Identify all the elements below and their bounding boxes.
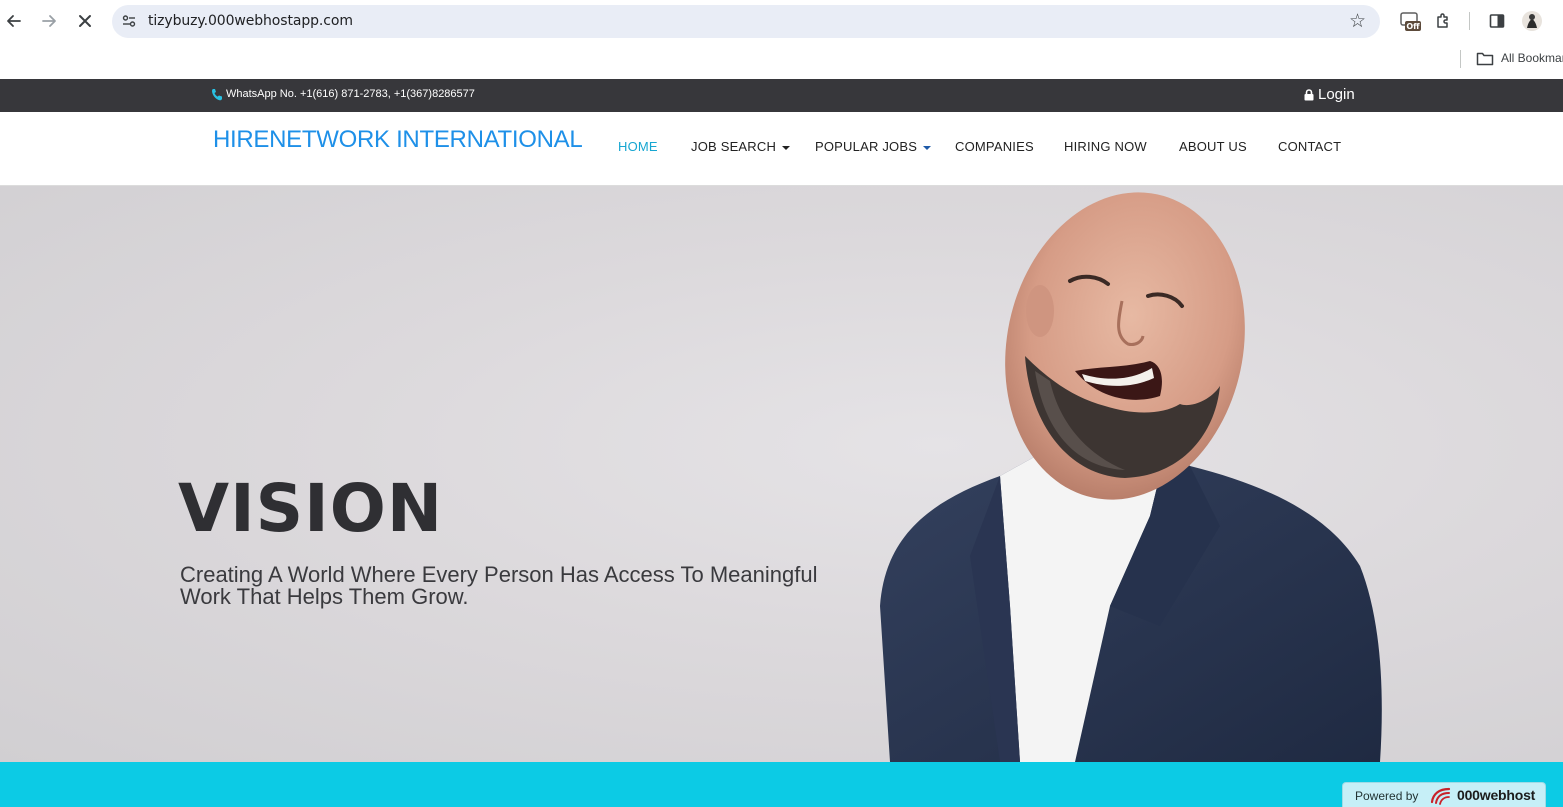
nav-contact[interactable]: CONTACT (1278, 139, 1341, 154)
bookmarks-bar: All Bookmar (0, 42, 1563, 78)
nav-job-search-label: JOB SEARCH (691, 139, 777, 154)
site-topbar: WhatsApp No. +1(616) 871-2783, +1(367)82… (0, 79, 1563, 112)
phone-icon (212, 89, 222, 101)
address-bar[interactable]: tizybuzy.000webhostapp.com ☆ (112, 5, 1380, 38)
login-link[interactable]: Login (1304, 86, 1355, 103)
accent-strip (0, 762, 1563, 807)
nav-hiring-now[interactable]: HIRING NOW (1064, 139, 1147, 154)
arrow-right-icon (42, 15, 56, 27)
caret-down-icon (923, 145, 932, 150)
toolbar-divider (1469, 12, 1470, 30)
nav-popular-jobs-label: POPULAR JOBS (815, 139, 918, 154)
caret-down-icon (782, 145, 791, 150)
nav-about-us[interactable]: ABOUT US (1179, 139, 1247, 154)
bookmarks-divider (1460, 50, 1461, 68)
nav-menu: HOME JOB SEARCH POPULAR JOBS COMPANIES H… (0, 139, 1563, 159)
close-icon (79, 15, 91, 27)
stop-button[interactable] (73, 9, 97, 33)
nav-about-us-label: ABOUT US (1179, 139, 1247, 154)
powered-by-badge[interactable]: Powered by 000webhost (1342, 782, 1546, 807)
extension-badge-icon: Off (1400, 12, 1421, 31)
profile-avatar[interactable] (1521, 10, 1543, 32)
nav-popular-jobs[interactable]: POPULAR JOBS (815, 139, 932, 154)
extensions-puzzle-icon[interactable] (1433, 10, 1455, 32)
arrow-left-icon (7, 15, 21, 27)
whatsapp-number: WhatsApp No. +1(616) 871-2783, +1(367)82… (226, 88, 475, 100)
webhost-logo-icon (1430, 787, 1451, 805)
hero-person-image (880, 192, 1382, 762)
hero-banner: VISION Creating A World Where Every Pers… (0, 186, 1563, 762)
nav-hiring-now-label: HIRING NOW (1064, 139, 1147, 154)
star-icon[interactable]: ☆ (1349, 10, 1366, 33)
all-bookmarks-link[interactable]: All Bookmar (1501, 51, 1563, 65)
main-navbar: HIRENETWORK INTERNATIONAL HOME JOB SEARC… (0, 112, 1563, 186)
webhost-brand: 000webhost (1457, 787, 1536, 803)
tune-icon[interactable] (121, 13, 137, 29)
hero-subtitle-line2: Work That Helps Them Grow. (180, 584, 469, 609)
nav-job-search[interactable]: JOB SEARCH (691, 139, 791, 154)
powered-by-text: Powered by (1355, 789, 1419, 803)
hero-title: VISION (178, 470, 444, 547)
lock-icon (1304, 88, 1314, 100)
side-panel-icon[interactable] (1486, 10, 1508, 32)
url-text[interactable]: tizybuzy.000webhostapp.com (148, 13, 353, 29)
extension-off-icon[interactable]: Off (1399, 10, 1421, 32)
extension-badge-text: Off (1406, 22, 1420, 31)
nav-home[interactable]: HOME (618, 139, 658, 154)
folder-icon[interactable] (1476, 51, 1494, 67)
browser-toolbar: tizybuzy.000webhostapp.com ☆ Off (0, 0, 1563, 42)
nav-contact-label: CONTACT (1278, 139, 1342, 154)
back-button[interactable] (2, 9, 26, 33)
nav-companies[interactable]: COMPANIES (955, 139, 1034, 154)
nav-companies-label: COMPANIES (955, 139, 1034, 154)
nav-home-label: HOME (618, 139, 658, 154)
forward-button[interactable] (37, 9, 61, 33)
login-label: Login (1318, 86, 1355, 103)
hero-subtitle: Creating A World Where Every Person Has … (180, 564, 870, 608)
